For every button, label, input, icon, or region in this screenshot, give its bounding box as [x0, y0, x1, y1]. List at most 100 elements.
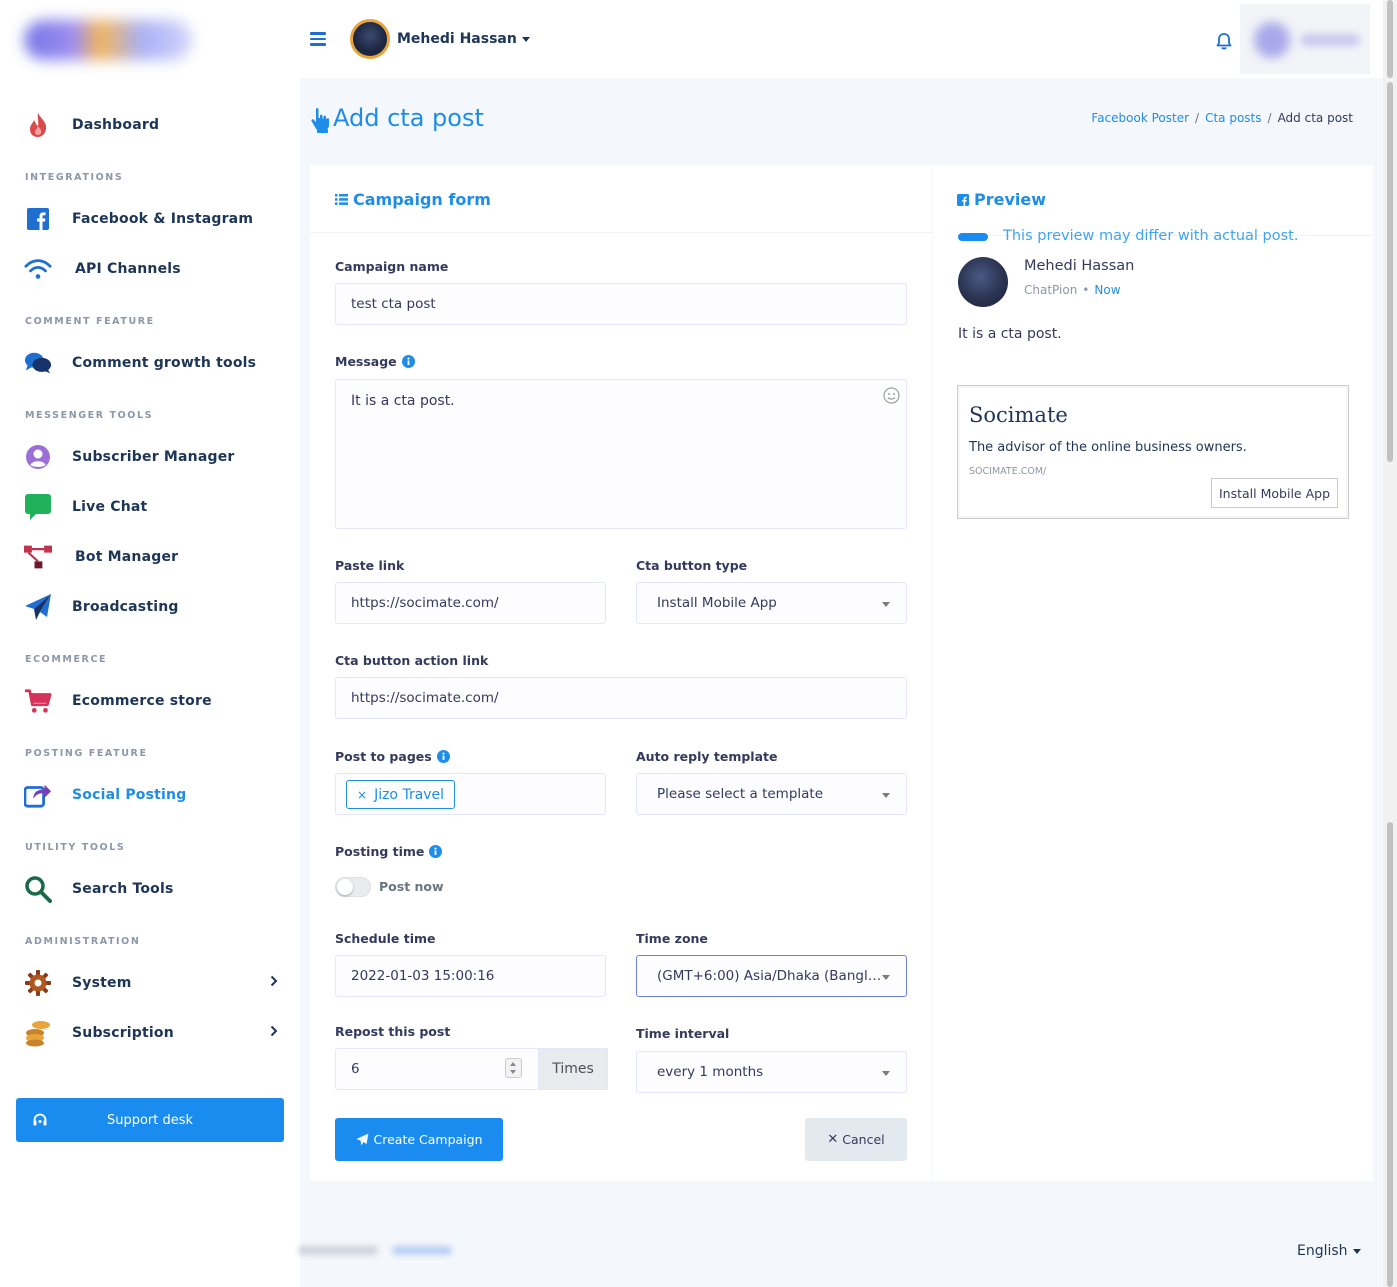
comments-icon: [24, 349, 52, 377]
posting-time-label: Posting time: [335, 844, 425, 859]
sidebar-item-dashboard[interactable]: Dashboard: [24, 110, 284, 140]
sidebar-item-social-posting[interactable]: Social Posting: [24, 780, 284, 810]
info-icon[interactable]: [429, 845, 443, 858]
number-spinner[interactable]: [505, 1058, 522, 1078]
sidebar-item-search-tools[interactable]: Search Tools: [24, 874, 284, 904]
breadcrumb-link-cta-posts[interactable]: Cta posts: [1205, 111, 1261, 125]
cta-action-link-input[interactable]: https://socimate.com/: [335, 677, 907, 719]
search-icon: [24, 875, 52, 903]
info-icon[interactable]: [436, 750, 450, 763]
sidebar-heading: COMMENT FEATURE: [25, 316, 155, 327]
sidebar-item-subscription[interactable]: Subscription: [24, 1018, 284, 1048]
sidebar-item-label: Bot Manager: [75, 549, 179, 565]
flame-icon: [24, 111, 52, 139]
language-label: English: [1297, 1243, 1348, 1259]
gear-icon: [24, 969, 52, 997]
tag-label: Jizo Travel: [374, 786, 445, 803]
time-interval-select[interactable]: every 1 months: [636, 1051, 907, 1093]
support-desk-button[interactable]: Support desk: [16, 1098, 284, 1142]
message-textarea[interactable]: It is a cta post.: [335, 379, 907, 529]
cta-button-type-select[interactable]: Install Mobile App: [636, 582, 907, 624]
sidebar-item-label: System: [72, 975, 132, 991]
brand-logo: [24, 20, 192, 60]
repost-label: Repost this post: [335, 1024, 451, 1039]
info-icon[interactable]: [401, 355, 415, 368]
card-title: Preview: [974, 190, 1047, 209]
footer-copyright: [298, 1238, 458, 1262]
remove-tag-icon[interactable]: ×: [357, 788, 367, 802]
language-selector[interactable]: English: [1297, 1243, 1361, 1259]
emoji-icon[interactable]: [883, 387, 900, 404]
hamburger-menu-icon[interactable]: [310, 32, 326, 46]
sidebar-item-label: Live Chat: [72, 499, 148, 515]
breadcrumb-link-facebook-poster[interactable]: Facebook Poster: [1091, 111, 1189, 125]
account-menu[interactable]: [1240, 4, 1370, 74]
sidebar-item-label: Subscriber Manager: [72, 449, 235, 465]
post-to-pages-label-row: Post to pages: [335, 749, 450, 764]
post-now-label: Post now: [379, 879, 444, 894]
sidebar-item-label: Subscription: [72, 1025, 174, 1041]
times-addon: Times: [538, 1048, 608, 1090]
paste-link-label: Paste link: [335, 558, 405, 573]
chat-bubble-icon: [24, 493, 52, 521]
schedule-time-input[interactable]: 2022-01-03 15:00:16: [335, 955, 606, 997]
avatar[interactable]: [350, 19, 390, 59]
campaign-form-card: Campaign form Campaign name test cta pos…: [310, 165, 932, 1181]
link-card-cta-button[interactable]: Install Mobile App: [1211, 478, 1338, 508]
preview-message: It is a cta post.: [958, 326, 1062, 342]
user-menu-toggle[interactable]: Mehedi Hassan: [397, 31, 530, 47]
page-title: Add cta post: [333, 104, 484, 132]
sidebar-item-live-chat[interactable]: Live Chat: [24, 492, 284, 522]
caret-down-icon: [521, 36, 530, 42]
sidebar-item-system[interactable]: System: [24, 968, 284, 998]
sidebar-heading: INTEGRATIONS: [25, 172, 124, 183]
preview-progress-bar: [958, 233, 988, 241]
sidebar-item-facebook-instagram[interactable]: Facebook & Instagram: [24, 204, 284, 234]
sidebar-item-ecommerce-store[interactable]: Ecommerce store: [24, 686, 284, 716]
sidebar-item-bot-manager[interactable]: Bot Manager: [24, 542, 284, 572]
sitemap-icon: [24, 543, 52, 571]
preview-link-card: Socimate The advisor of the online busin…: [957, 385, 1349, 519]
breadcrumb-separator: /: [1267, 111, 1272, 125]
cancel-button[interactable]: ✕ Cancel: [805, 1118, 907, 1161]
sidebar-item-label: API Channels: [75, 261, 181, 277]
campaign-name-input[interactable]: test cta post: [335, 283, 907, 325]
paper-plane-icon: [24, 593, 52, 621]
sidebar-item-comment-growth-tools[interactable]: Comment growth tools: [24, 348, 284, 378]
paste-link-input[interactable]: https://socimate.com/: [335, 582, 606, 624]
avatar: [958, 257, 1008, 307]
post-to-pages-label: Post to pages: [335, 749, 432, 764]
preview-source: ChatPion: [1024, 283, 1078, 297]
sidebar-item-broadcasting[interactable]: Broadcasting: [24, 592, 284, 622]
scrollbar[interactable]: [1383, 0, 1397, 1287]
auto-reply-select[interactable]: Please select a template: [636, 773, 907, 815]
sidebar-item-api-channels[interactable]: API Channels: [24, 254, 284, 284]
sidebar-item-subscriber-manager[interactable]: Subscriber Manager: [24, 442, 284, 472]
repost-count-input[interactable]: 6 Times: [335, 1048, 608, 1090]
breadcrumb-separator: /: [1195, 111, 1200, 125]
brand[interactable]: [12, 0, 210, 78]
headset-icon: [32, 1112, 48, 1128]
bell-icon[interactable]: [1215, 32, 1233, 50]
hand-pointer-icon: [310, 107, 330, 133]
sidebar-item-label: Comment growth tools: [72, 355, 257, 371]
cta-action-link-label: Cta button action link: [335, 653, 489, 668]
post-to-pages-multiselect[interactable]: × Jizo Travel: [335, 773, 606, 815]
preview-card: Preview This preview may differ with act…: [933, 165, 1373, 1181]
card-title: Campaign form: [353, 190, 491, 209]
link-card-description: The advisor of the online business owner…: [969, 440, 1247, 455]
post-now-toggle[interactable]: [335, 877, 371, 897]
card-header: Campaign form: [310, 165, 932, 233]
time-zone-select[interactable]: (GMT+6:00) Asia/Dhaka (Bangladesh Time): [636, 955, 907, 997]
sidebar-item-label: Search Tools: [72, 881, 174, 897]
sidebar-heading: UTILITY TOOLS: [25, 842, 126, 853]
sidebar-item-label: Social Posting: [72, 787, 187, 803]
auto-reply-label: Auto reply template: [636, 749, 778, 764]
sidebar-heading: MESSENGER TOOLS: [25, 410, 154, 421]
support-desk-label: Support desk: [106, 1112, 194, 1128]
preview-note: This preview may differ with actual post…: [1003, 228, 1299, 244]
share-square-icon: [24, 781, 52, 809]
sidebar-item-label: Ecommerce store: [72, 693, 212, 709]
create-campaign-button[interactable]: Create Campaign: [335, 1118, 503, 1161]
link-card-url: SOCIMATE.COM/: [969, 466, 1047, 477]
